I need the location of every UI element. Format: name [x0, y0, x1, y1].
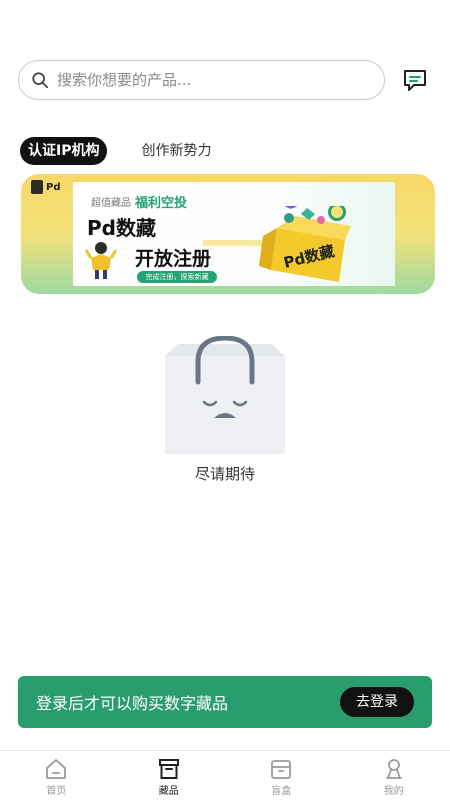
login-button[interactable]: 去登录 — [340, 687, 414, 717]
tabbar-label-profile: 我的 — [383, 785, 404, 797]
tabbar-label-home: 首页 — [46, 785, 67, 797]
search-row — [18, 60, 432, 100]
banner-logo: Pd — [31, 180, 61, 194]
empty-state-text: 尽请期待 — [194, 465, 255, 483]
collection-box-icon — [158, 758, 179, 779]
banner-headline: 开放注册 — [135, 248, 212, 270]
home-icon — [46, 758, 67, 779]
profile-icon — [385, 758, 402, 779]
tabbar-item-home[interactable]: 首页 — [0, 751, 113, 800]
banner-airdrop-text: 福利空投 — [135, 196, 188, 211]
login-prompt-text: 登录后才可以购买数字藏品 — [36, 694, 229, 713]
tabbar-item-collection[interactable]: 藏品 — [113, 751, 226, 800]
banner-pill: 完成注册，探索新藏 — [137, 271, 217, 283]
search-input[interactable] — [57, 71, 372, 89]
banner-logo-text: Pd — [46, 181, 61, 193]
cartoon-figure-icon — [85, 242, 117, 279]
search-icon — [32, 72, 49, 89]
login-prompt-bar: 登录后才可以购买数字藏品 去登录 — [18, 676, 432, 728]
banner-card: 超值藏品 福利空投 Pd数藏 开放注册 完成注册，探索新藏 Pd数藏 — [73, 182, 395, 286]
banner-subtitle: 超值藏品 — [91, 198, 131, 209]
promo-banner[interactable]: Pd 超值藏品 福利空投 Pd数藏 开放注册 完成注册，探索新藏 Pd数藏 — [21, 174, 435, 294]
tabbar-label-collection: 藏品 — [158, 785, 179, 797]
search-box[interactable] — [18, 60, 385, 100]
bottom-tab-bar: 首页 藏品 盲盒 我的 — [0, 750, 450, 800]
gift-box-icon — [259, 206, 351, 282]
banner-title: Pd数藏 — [87, 216, 156, 240]
tab-certified-ip[interactable]: 认证IP机构 — [20, 137, 108, 165]
message-button[interactable] — [401, 66, 429, 94]
blind-box-icon — [271, 759, 292, 779]
tabbar-item-profile[interactable]: 我的 — [338, 751, 450, 800]
message-icon — [404, 70, 426, 91]
tabbar-label-blindbox: 盲盒 — [271, 785, 292, 797]
tab-new-creators[interactable]: 创作新势力 — [133, 137, 219, 165]
tabbar-item-blindbox[interactable]: 盲盒 — [225, 751, 338, 800]
empty-bag-icon — [165, 336, 285, 454]
logo-mark-icon — [31, 180, 43, 194]
category-tabs: 认证IP机构 创作新势力 — [20, 137, 245, 165]
